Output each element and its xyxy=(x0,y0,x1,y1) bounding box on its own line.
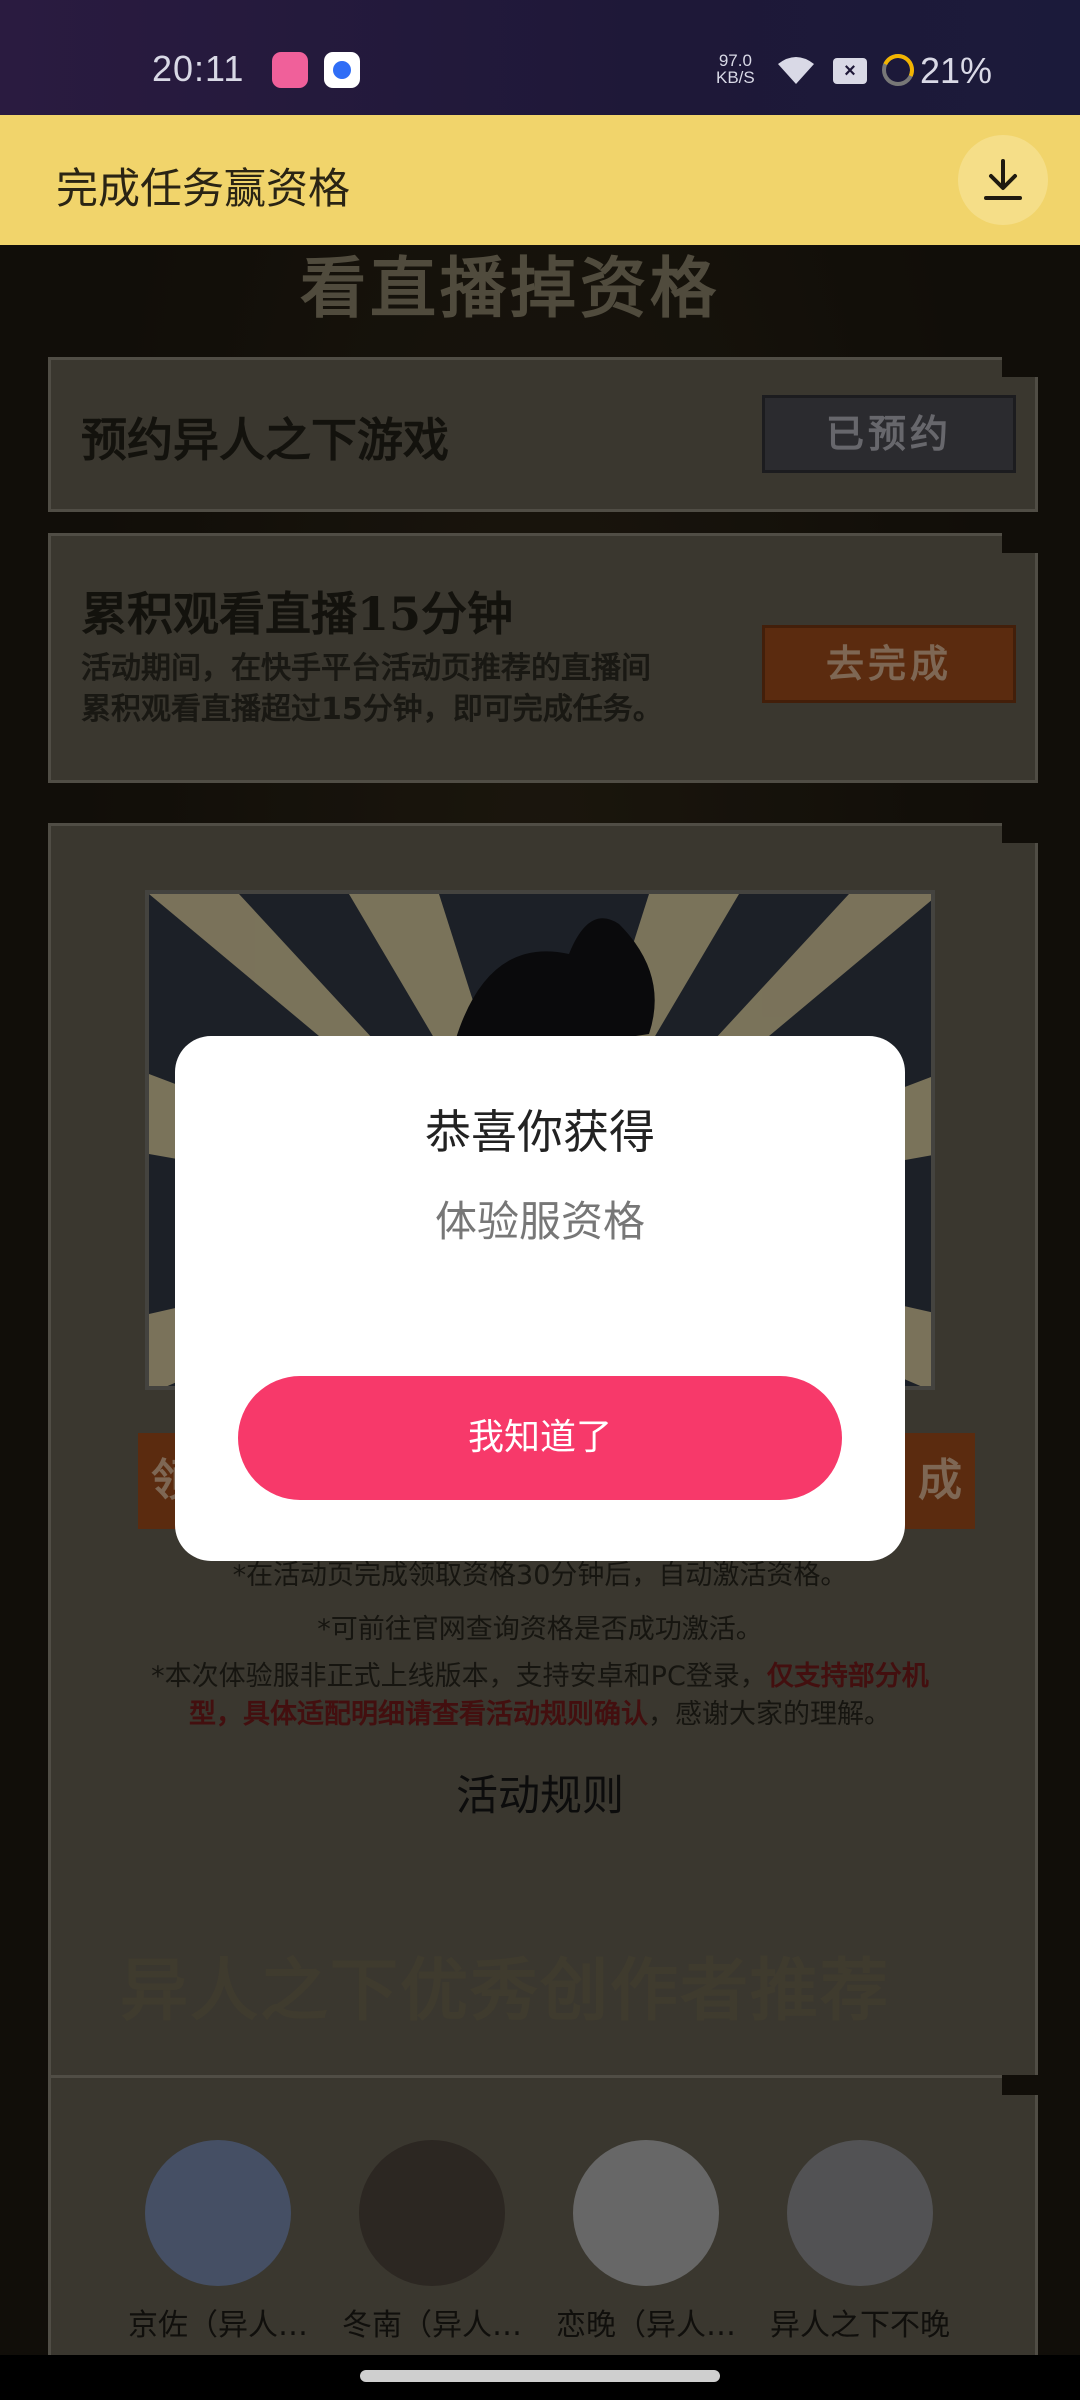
home-gesture-handle[interactable] xyxy=(360,2370,720,2382)
bilibili-app-icon xyxy=(272,52,308,88)
battery-percent: 21% xyxy=(920,50,993,91)
dialog-title: 恭喜你获得 xyxy=(425,1105,655,1159)
reward-dialog: 恭喜你获得 体验服资格 我知道了 xyxy=(175,1036,905,1561)
wifi-icon xyxy=(778,57,814,84)
network-speed: 97.0 KB/S xyxy=(716,52,755,86)
status-bar: 20:11 97.0 KB/S × 21% xyxy=(0,0,1080,115)
download-icon xyxy=(984,159,1022,200)
top-bar: 完成任务赢资格 xyxy=(0,115,1080,245)
notification-app-icon xyxy=(324,52,360,88)
navigation-bar xyxy=(0,2355,1080,2400)
network-speed-value: 97.0 xyxy=(718,51,752,70)
dialog-subtitle: 体验服资格 xyxy=(434,1197,645,1246)
no-sim-icon: × xyxy=(833,58,867,84)
got-it-button[interactable]: 我知道了 xyxy=(238,1376,842,1500)
network-speed-unit: KB/S xyxy=(716,68,755,87)
download-button[interactable] xyxy=(958,135,1048,225)
battery-icon xyxy=(882,54,914,86)
status-time: 20:11 xyxy=(152,48,245,89)
page-title: 完成任务赢资格 xyxy=(56,164,351,213)
